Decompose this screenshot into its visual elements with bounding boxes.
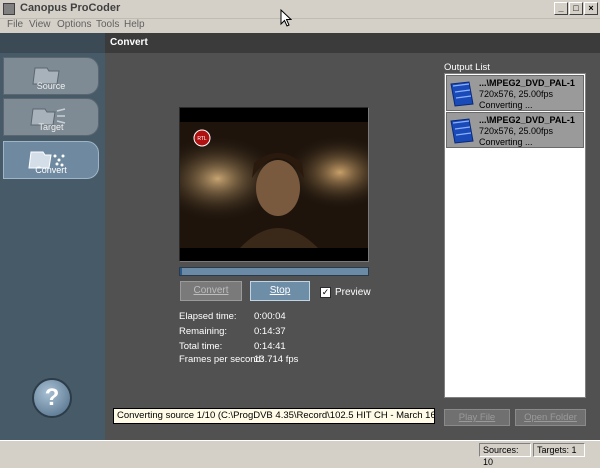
minimize-button[interactable]: _ [554,2,568,15]
video-preview: RTL [179,107,369,262]
progress-fill [180,268,182,275]
fps-value: 13.714 fps [254,354,299,365]
output-list-title: Output List [444,62,490,73]
menu-help[interactable]: Help [124,19,145,30]
sidebar-header [0,33,105,53]
open-folder-button[interactable]: Open Folder [515,409,586,426]
menu-options[interactable]: Options [57,19,91,30]
sidebar: Source Target Convert ? [0,33,105,458]
status-bar: Sources: 10 Targets: 1 [0,440,600,467]
total-label: Total time: [179,341,223,352]
window-title: Canopus ProCoder [20,2,121,14]
output-item-resolution: 720x576, 25.00fps [479,89,554,99]
svg-text:RTL: RTL [197,136,207,142]
output-item-name: ...\MPEG2_DVD_PAL-1 [479,115,575,125]
sources-count: Sources: 10 [479,443,531,467]
film-icon [450,118,474,144]
output-item-status: Converting ... [479,100,533,110]
menu-bar: File View Options Tools Help [0,18,600,33]
preview-label: Preview [335,287,371,298]
film-icon [450,81,474,107]
preview-frame: RTL [180,108,368,261]
app-icon[interactable] [3,3,15,15]
menu-tools[interactable]: Tools [96,19,119,30]
convert-button[interactable]: Convert [180,281,242,301]
close-button[interactable]: × [584,2,598,15]
help-button[interactable]: ? [32,378,72,418]
status-line: Converting source 1/10 (C:\ProgDVB 4.35\… [113,408,435,424]
menu-view[interactable]: View [29,19,51,30]
output-item[interactable]: ...\MPEG2_DVD_PAL-1 720x576, 25.00fps Co… [446,112,584,148]
elapsed-value: 0:00:04 [254,311,286,322]
remaining-label: Remaining: [179,326,228,337]
stop-button[interactable]: Stop [250,281,310,301]
elapsed-label: Elapsed time: [179,311,237,322]
play-file-button[interactable]: Play File [444,409,510,426]
panel-header: Convert [105,33,600,53]
sidebar-item-label: Target [38,122,64,132]
conversion-progress-bar [179,267,369,276]
sidebar-item-source[interactable]: Source [3,57,99,95]
sidebar-item-target[interactable]: Target [3,98,99,136]
sidebar-item-convert[interactable]: Convert [3,141,99,179]
total-value: 0:14:41 [254,341,286,352]
remaining-value: 0:14:37 [254,326,286,337]
sidebar-item-label: Convert [35,165,67,175]
targets-count: Targets: 1 [533,443,585,457]
panel-title: Convert [110,37,148,48]
output-item-status: Converting ... [479,137,533,147]
title-bar: Canopus ProCoder _ □ × [0,0,600,19]
sidebar-item-label: Source [36,81,66,91]
output-item-resolution: 720x576, 25.00fps [479,126,554,136]
output-list[interactable]: ...\MPEG2_DVD_PAL-1 720x576, 25.00fps Co… [444,73,586,398]
convert-panel: Convert RTL Convert Stop ✓ Preview Elaps… [105,33,600,440]
channel-logo: RTL [193,129,211,147]
fps-label: Frames per second: [179,354,264,365]
mouse-cursor-icon [280,9,292,27]
preview-checkbox[interactable]: ✓ [320,287,331,298]
checkmark-icon: ✓ [321,287,330,297]
menu-file[interactable]: File [7,19,23,30]
question-icon: ? [44,384,60,411]
maximize-button[interactable]: □ [569,2,583,15]
output-item-name: ...\MPEG2_DVD_PAL-1 [479,78,575,88]
output-item[interactable]: ...\MPEG2_DVD_PAL-1 720x576, 25.00fps Co… [446,75,584,111]
